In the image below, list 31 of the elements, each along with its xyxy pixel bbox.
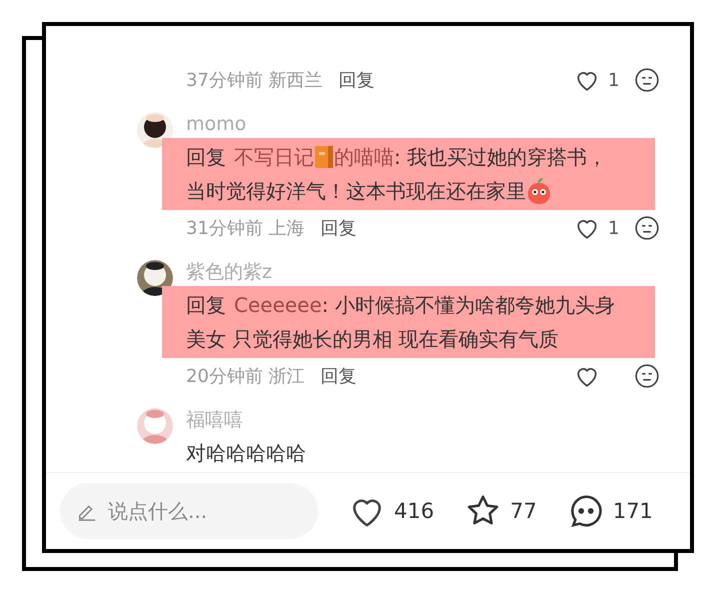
user-name[interactable]: 福嘻嘻 [186, 406, 660, 434]
book-icon [314, 145, 334, 169]
face-icon[interactable] [634, 363, 660, 389]
mention-link[interactable]: Ceeeeee [234, 288, 322, 322]
comment-time-location: 20分钟前 浙江 [186, 365, 305, 388]
reply-link[interactable]: 回复 [338, 68, 375, 92]
comment-text: : 小时候搞不懂为啥都夸她九头身 [322, 292, 615, 319]
user-name[interactable]: momo [186, 110, 660, 138]
reply-link[interactable]: 回复 [320, 364, 357, 388]
comment-count: 171 [612, 499, 653, 523]
comment-time-location: 37分钟前 新西兰 [186, 69, 323, 92]
like-count: 1 [608, 70, 620, 90]
mention-link[interactable]: 不写日记 [234, 140, 314, 174]
like-total: 416 [394, 499, 434, 523]
star-count: 77 [510, 499, 537, 523]
reply-label: 回复 [186, 292, 226, 319]
reply-link[interactable]: 回复 [320, 216, 357, 240]
like-count: 1 [608, 218, 620, 238]
user-name[interactable]: 紫色的紫z [186, 258, 660, 286]
comment-time-location: 31分钟前 上海 [186, 217, 305, 240]
face-icon[interactable] [634, 67, 660, 93]
comment-input[interactable]: 说点什么... [60, 483, 318, 539]
input-placeholder: 说点什么... [108, 498, 208, 524]
comment-text: 当时觉得好洋气！这本书现在还在家里 [186, 178, 526, 205]
mention-link[interactable]: 的喵喵 [334, 140, 394, 174]
comment-text: 对哈哈哈哈哈 [186, 440, 306, 467]
face-icon[interactable] [634, 215, 660, 241]
sticker-icon [526, 177, 552, 205]
comment-text: : 我也买过她的穿搭书， [394, 144, 608, 171]
comment-text: 美女 只觉得她长的男相 现在看确实有气质 [186, 326, 559, 353]
reply-label: 回复 [186, 144, 226, 171]
